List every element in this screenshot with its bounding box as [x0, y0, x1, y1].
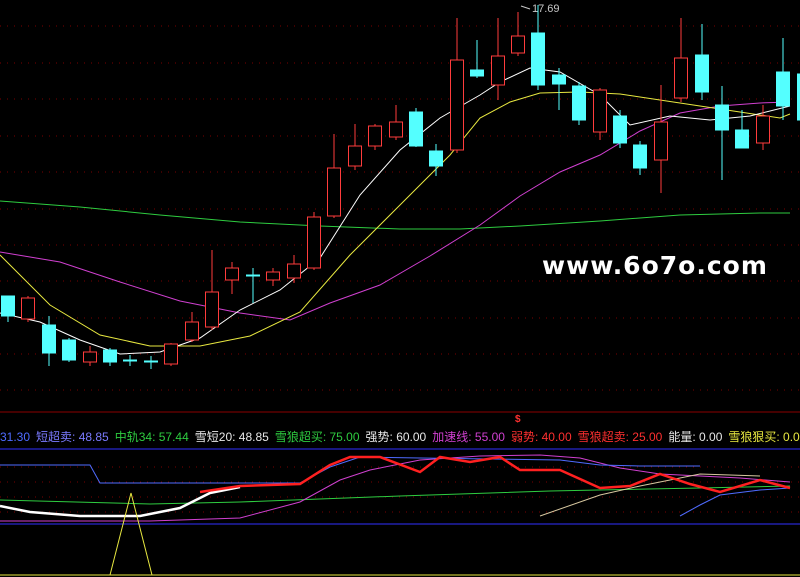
- legend-item: 雪狼超卖: 25.00: [577, 430, 663, 444]
- candle-body: [287, 263, 301, 279]
- candle-body: [246, 274, 260, 277]
- legend-item: 雪狼超买: 75.00: [274, 430, 360, 444]
- candle-body: [21, 297, 35, 320]
- candle-body: [307, 216, 321, 269]
- peak-pointer: [520, 5, 531, 10]
- candle-body: [42, 324, 56, 354]
- candle-body: [654, 121, 668, 161]
- candle-body: [756, 115, 770, 144]
- legend-item: 强势: 60.00: [365, 430, 427, 444]
- candle-body: [735, 129, 749, 149]
- candle-body: [185, 321, 199, 341]
- peak-price-label: 17.69: [532, 3, 560, 15]
- candle-body: [491, 55, 505, 86]
- candle-body: [470, 69, 484, 77]
- legend-item: 加速线: 55.00: [432, 430, 505, 444]
- osc-magenta-line: [0, 454, 791, 522]
- candle-body: [695, 54, 709, 93]
- legend-item: 雪狼狠买: 0.0: [728, 430, 800, 444]
- legend-item: 31.30: [0, 430, 31, 444]
- candle-body: [715, 104, 729, 131]
- candle-body: [511, 35, 525, 54]
- candle-body: [327, 167, 341, 217]
- candle-body: [776, 71, 790, 107]
- osc-green-line: [0, 485, 791, 505]
- candle-body: [266, 271, 280, 281]
- legend-item: 弱势: 40.00: [510, 430, 572, 444]
- osc-yellow-spike: [109, 492, 153, 576]
- candle-body: [348, 145, 362, 167]
- candle-body: [389, 121, 403, 138]
- candle-body: [83, 351, 97, 363]
- candle-body: [123, 359, 137, 362]
- candle-body: [409, 111, 423, 147]
- candlestick-chart: [0, 5, 800, 576]
- candle-body: [368, 125, 382, 147]
- candle-body: [103, 349, 117, 363]
- candle-body: [572, 85, 586, 121]
- candle-body: [633, 144, 647, 169]
- candle-body: [164, 343, 178, 365]
- candle-body: [674, 57, 688, 99]
- candle-body: [531, 32, 545, 86]
- candle-body: [62, 339, 76, 361]
- legend-item: 雪短20: 48.85: [194, 430, 269, 444]
- osc-blue-line: [0, 456, 700, 484]
- legend-item: 中轨34: 57.44: [114, 430, 189, 444]
- candle-body: [225, 267, 239, 281]
- indicator-legend: 31.30 短超卖: 48.85 中轨34: 57.44 雪短20: 48.85 雪狼超…: [0, 429, 800, 445]
- legend-item: 能量: 0.00: [668, 430, 723, 444]
- ma-green-line: [0, 200, 790, 230]
- signal-marker: $: [515, 414, 521, 425]
- legend-item: 短超卖: 48.85: [36, 430, 109, 444]
- candle-body: [593, 89, 607, 133]
- candle-body: [144, 360, 158, 363]
- watermark: www.6o7o.com: [542, 251, 768, 280]
- candle-body: [450, 59, 464, 151]
- candle-body: [429, 150, 443, 167]
- candle-body: [1, 295, 15, 317]
- osc-beige-line: [539, 473, 761, 517]
- candle-body: [613, 115, 627, 144]
- candle-body: [552, 74, 566, 85]
- candle-body: [205, 291, 219, 328]
